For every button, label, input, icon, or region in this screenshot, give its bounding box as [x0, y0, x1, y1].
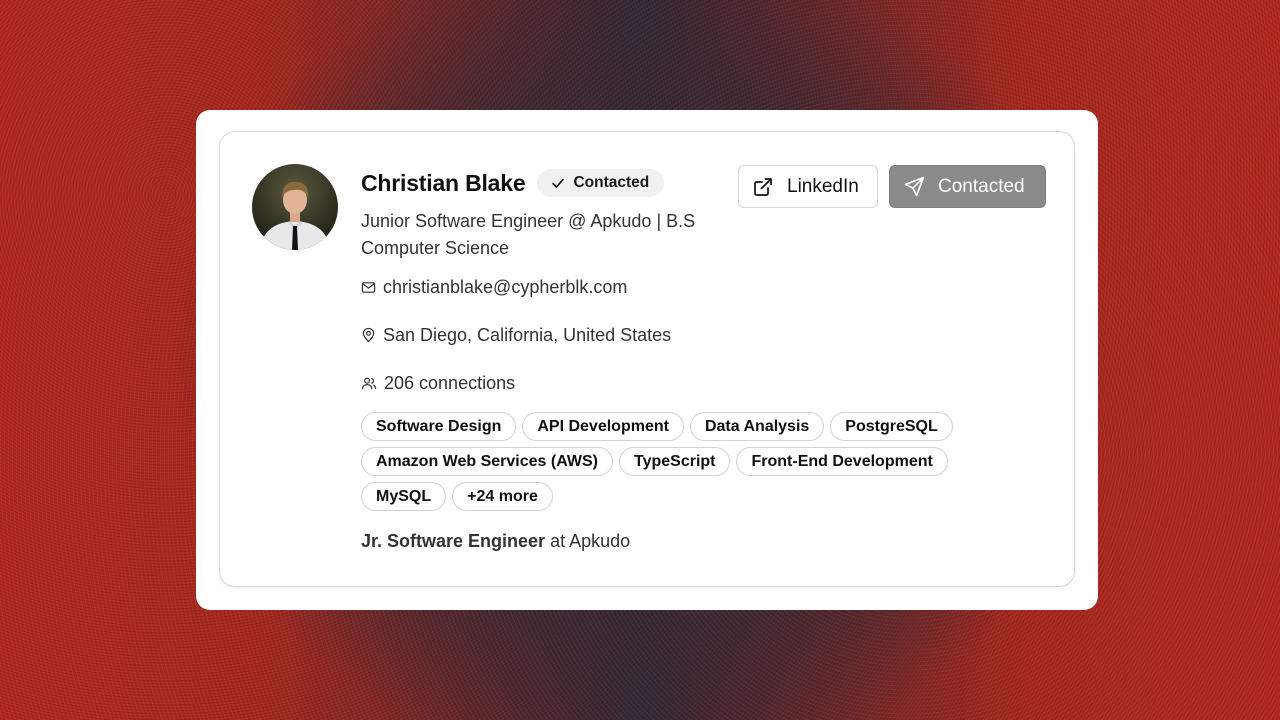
location-text: San Diego, California, United States: [383, 324, 672, 345]
current-role: Jr. Software Engineer at Apkudo: [361, 531, 881, 552]
location-row: San Diego, California, United States: [361, 322, 881, 348]
avatar[interactable]: [252, 164, 338, 250]
skill-tag[interactable]: Software Design: [361, 412, 517, 441]
contacted-button-label: Contacted: [938, 175, 1025, 197]
profile-name: Christian Blake: [361, 169, 526, 196]
map-pin-icon: [362, 327, 375, 343]
role-title: Jr. Software Engineer: [361, 531, 546, 551]
email-row: christianblake@cypherblk.com: [361, 274, 881, 300]
status-badge: Contacted: [537, 169, 665, 197]
skill-tag[interactable]: PostgreSQL: [830, 412, 953, 441]
linkedin-button[interactable]: LinkedIn: [738, 165, 878, 208]
profile-details: Christian Blake Contacted Junior Softwar…: [361, 168, 953, 552]
email-link[interactable]: christianblake@cypherblk.com: [383, 277, 627, 298]
external-link-icon: [754, 177, 772, 196]
status-badge-label: Contacted: [573, 174, 650, 191]
more-skills-button[interactable]: +24 more: [452, 482, 553, 511]
profile-card: Christian Blake Contacted Junior Softwar…: [219, 131, 1075, 587]
role-company: at Apkudo: [545, 531, 631, 551]
mail-icon: [361, 281, 376, 293]
card-frame: Christian Blake Contacted Junior Softwar…: [196, 110, 1098, 610]
skills-list: Software Design API Development Data Ana…: [361, 412, 981, 511]
connections-row: 206 connections: [361, 370, 881, 396]
skill-tag[interactable]: TypeScript: [618, 447, 731, 476]
skill-tag[interactable]: Front-End Development: [736, 447, 948, 476]
send-icon: [904, 176, 925, 197]
profile-headline: Junior Software Engineer @ Apkudo | B.S …: [361, 211, 696, 258]
skill-tag[interactable]: API Development: [522, 412, 684, 441]
linkedin-button-label: LinkedIn: [787, 175, 859, 197]
skill-tag[interactable]: Amazon Web Services (AWS): [361, 447, 613, 476]
users-icon: [361, 377, 377, 389]
contacted-button[interactable]: Contacted: [889, 165, 1046, 208]
check-icon: [552, 178, 565, 188]
skill-tag[interactable]: Data Analysis: [689, 412, 825, 441]
connections-count: 206 connections: [384, 372, 516, 393]
skill-tag[interactable]: MySQL: [361, 482, 447, 511]
